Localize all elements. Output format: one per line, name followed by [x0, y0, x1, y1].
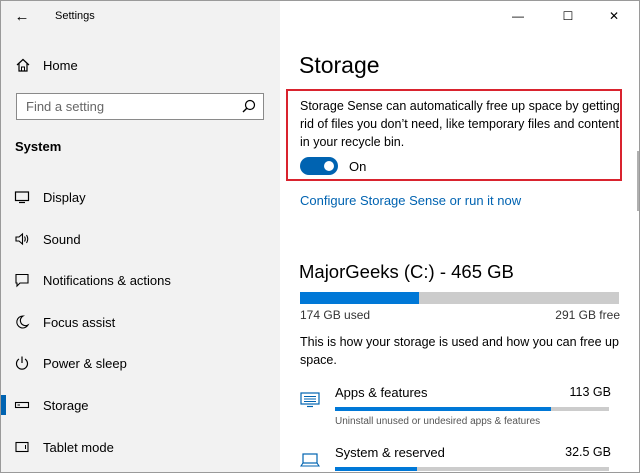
sidebar-item-label: Notifications & actions	[43, 273, 171, 288]
sidebar-item-label: Display	[43, 190, 86, 205]
page-title: Storage	[299, 52, 380, 78]
category-name: System & reserved	[335, 445, 445, 460]
maximize-icon: ☐	[562, 9, 574, 23]
nav-home-label: Home	[43, 58, 78, 73]
category-system-reserved[interactable]: System & reserved 32.5 GB	[280, 445, 639, 472]
moon-icon	[14, 314, 30, 330]
category-description: Uninstall unused or undesired apps & fea…	[335, 416, 541, 427]
maximize-button[interactable]: ☐	[545, 1, 591, 31]
category-apps-features[interactable]: Apps & features 113 GB Uninstall unused …	[280, 385, 639, 435]
laptop-icon	[300, 453, 320, 467]
sidebar-item-power-sleep[interactable]: Power & sleep	[1, 347, 280, 379]
category-size: 32.5 GB	[565, 445, 611, 459]
scrollbar[interactable]	[637, 151, 639, 211]
drive-free-label: 291 GB free	[555, 308, 620, 322]
search-box[interactable]	[16, 93, 264, 120]
tablet-icon	[14, 439, 30, 455]
drive-usage-fill	[300, 292, 420, 304]
sidebar-item-label: Sound	[43, 232, 81, 247]
back-arrow-icon: ←	[14, 8, 30, 25]
sidebar-item-label: Power & sleep	[43, 356, 127, 371]
category-name: Apps & features	[335, 385, 428, 400]
storage-icon	[14, 397, 30, 413]
storage-sense-toggle-label: On	[349, 159, 367, 174]
category-usage-fill	[335, 407, 552, 411]
category-size: 113 GB	[569, 385, 611, 399]
title-bar: ← Settings	[1, 1, 280, 33]
sidebar-item-tablet-mode[interactable]: Tablet mode	[1, 431, 280, 463]
settings-window: ← Settings Home System Display Sound	[0, 0, 640, 473]
search-input[interactable]	[17, 94, 237, 119]
configure-storage-sense-link[interactable]: Configure Storage Sense or run it now	[300, 193, 521, 208]
notification-icon	[14, 272, 30, 288]
storage-sense-description: Storage Sense can automatically free up …	[300, 99, 620, 149]
window-controls: — ☐ ✕	[491, 1, 639, 31]
drive-used-label: 174 GB used	[300, 308, 371, 322]
close-button[interactable]: ✕	[591, 1, 637, 31]
sidebar-section-title: System	[15, 139, 62, 154]
power-icon	[14, 355, 30, 371]
category-usage-bar	[335, 467, 609, 471]
back-button[interactable]: ←	[11, 7, 33, 27]
sidebar-item-storage[interactable]: Storage	[1, 389, 280, 421]
home-icon	[15, 57, 31, 73]
drive-usage-bar	[300, 292, 619, 304]
sidebar-item-label: Tablet mode	[43, 440, 114, 455]
app-title: Settings	[55, 10, 95, 22]
nav-home[interactable]: Home	[1, 51, 280, 79]
storage-sense-toggle[interactable]	[300, 157, 338, 175]
sidebar: ← Settings Home System Display Sound	[1, 1, 280, 472]
minimize-icon: —	[512, 9, 524, 23]
main-content: — ☐ ✕ Storage Storage Sense can automati…	[280, 1, 639, 472]
speaker-icon	[14, 231, 30, 247]
usage-description: This is how your storage is used and how…	[300, 335, 619, 367]
sidebar-item-label: Storage	[43, 398, 89, 413]
sidebar-item-label: Focus assist	[43, 315, 116, 330]
sidebar-item-focus-assist[interactable]: Focus assist	[1, 306, 280, 338]
minimize-button[interactable]: —	[495, 1, 541, 31]
category-usage-bar	[335, 407, 609, 411]
drive-title: MajorGeeks (C:) - 465 GB	[299, 261, 514, 282]
sidebar-item-sound[interactable]: Sound	[1, 223, 280, 255]
apps-list-icon	[300, 392, 320, 408]
monitor-icon	[14, 189, 30, 205]
sidebar-item-notifications[interactable]: Notifications & actions	[1, 264, 280, 296]
category-usage-fill	[335, 467, 418, 471]
search-icon[interactable]	[242, 99, 256, 113]
sidebar-item-display[interactable]: Display	[1, 181, 280, 213]
close-icon: ✕	[608, 9, 620, 23]
toggle-knob	[324, 161, 334, 171]
